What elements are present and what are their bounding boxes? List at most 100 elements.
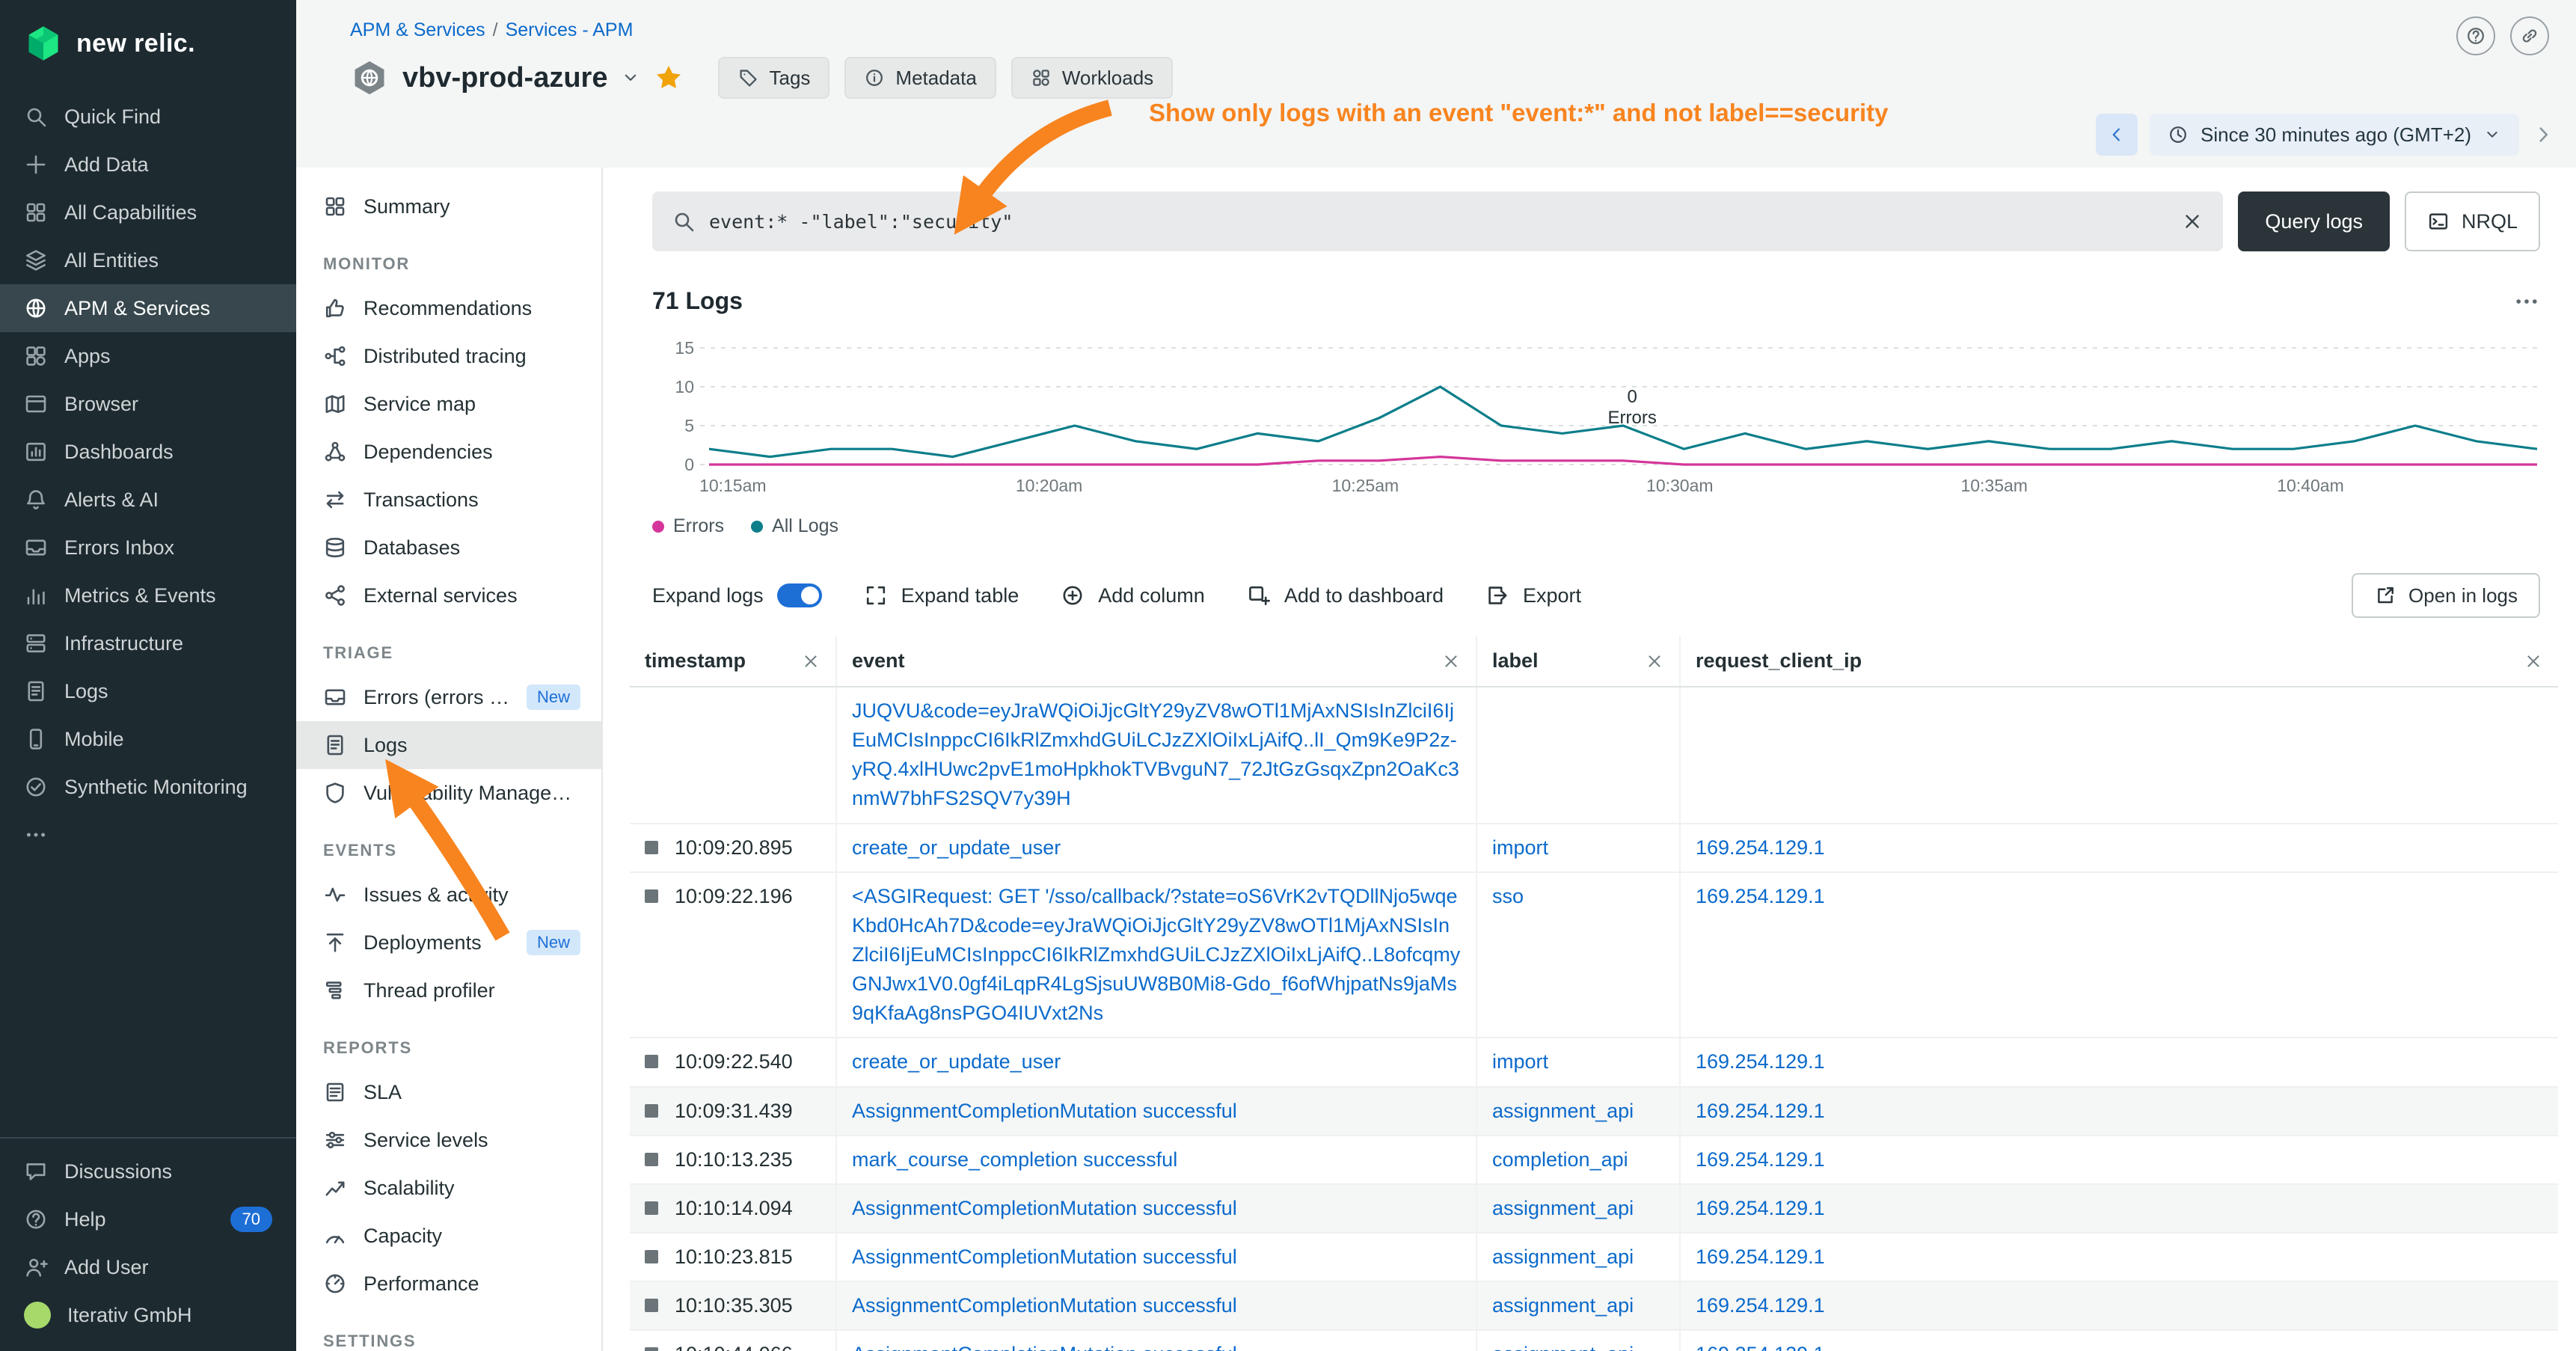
sidebar-item-errors-inbox[interactable]: Errors Inbox bbox=[0, 524, 296, 572]
row-handle-icon[interactable] bbox=[645, 889, 658, 903]
query-logs-button[interactable]: Query logs bbox=[2238, 192, 2390, 251]
subnav-item-external-services[interactable]: External services bbox=[296, 572, 601, 619]
newrelic-logo[interactable]: new relic. bbox=[0, 0, 296, 93]
time-forward-button[interactable] bbox=[2531, 123, 2555, 147]
time-back-button[interactable] bbox=[2096, 114, 2138, 156]
legend-all-logs[interactable]: All Logs bbox=[751, 515, 838, 537]
workloads-chip[interactable]: Workloads bbox=[1011, 57, 1173, 99]
log-event-link[interactable]: AssignmentCompletionMutation successful bbox=[852, 1343, 1237, 1351]
row-handle-icon[interactable] bbox=[645, 1201, 658, 1215]
log-event-link[interactable]: AssignmentCompletionMutation successful bbox=[852, 1294, 1237, 1317]
log-label-link[interactable]: completion_api bbox=[1492, 1148, 1628, 1171]
log-label-link[interactable]: assignment_api bbox=[1492, 1246, 1634, 1268]
sidebar-item-synthetic-monitoring[interactable]: Synthetic Monitoring bbox=[0, 763, 296, 811]
log-ip-link[interactable]: 169.254.129.1 bbox=[1696, 1343, 1825, 1351]
sidebar-item-discussions[interactable]: Discussions bbox=[0, 1148, 296, 1195]
sidebar-item-dots[interactable] bbox=[0, 811, 296, 859]
row-handle-icon[interactable] bbox=[645, 841, 658, 854]
subnav-item-distributed-tracing[interactable]: Distributed tracing bbox=[296, 332, 601, 380]
log-row[interactable]: 10:10:44.066AssignmentCompletionMutation… bbox=[630, 1330, 2558, 1351]
search-query[interactable]: event:* -"label":"security" bbox=[709, 211, 1013, 233]
sidebar-item-alerts-ai[interactable]: Alerts & AI bbox=[0, 476, 296, 524]
log-ip-link[interactable]: 169.254.129.1 bbox=[1696, 1100, 1825, 1122]
log-ip-link[interactable]: 169.254.129.1 bbox=[1696, 1197, 1825, 1219]
log-row[interactable]: 10:09:22.196<ASGIRequest: GET '/sso/call… bbox=[630, 872, 2558, 1038]
subnav-item-deployments[interactable]: DeploymentsNew bbox=[296, 919, 601, 966]
time-range-dropdown[interactable]: Since 30 minutes ago (GMT+2) bbox=[2150, 114, 2519, 156]
subnav-item-capacity[interactable]: Capacity bbox=[296, 1212, 601, 1260]
log-label-link[interactable]: assignment_api bbox=[1492, 1100, 1634, 1122]
breadcrumb-link-apm-services[interactable]: APM & Services bbox=[350, 19, 485, 40]
log-label-link[interactable]: import bbox=[1492, 1050, 1548, 1073]
log-row[interactable]: 10:09:22.540create_or_update_userimport1… bbox=[630, 1038, 2558, 1086]
sidebar-item-dashboards[interactable]: Dashboards bbox=[0, 428, 296, 476]
sidebar-item-all-entities[interactable]: All Entities bbox=[0, 236, 296, 284]
subnav-item-transactions[interactable]: Transactions bbox=[296, 476, 601, 524]
row-handle-icon[interactable] bbox=[645, 1055, 658, 1068]
log-label-link[interactable]: assignment_api bbox=[1492, 1197, 1634, 1219]
log-event-link[interactable]: AssignmentCompletionMutation successful bbox=[852, 1246, 1237, 1268]
subnav-item-service-levels[interactable]: Service levels bbox=[296, 1116, 601, 1164]
row-handle-icon[interactable] bbox=[645, 1347, 658, 1351]
help-circle-button[interactable] bbox=[2456, 16, 2495, 55]
chart-menu-icon[interactable] bbox=[2513, 288, 2540, 315]
subnav-item-logs[interactable]: Logs bbox=[296, 721, 601, 769]
sidebar-item-iterativ-gmbh[interactable]: Iterativ GmbH bbox=[0, 1291, 296, 1339]
log-label-link[interactable]: assignment_api bbox=[1492, 1343, 1634, 1351]
entity-switcher-chevron-icon[interactable] bbox=[621, 68, 640, 88]
log-label-link[interactable]: sso bbox=[1492, 885, 1524, 907]
add-to-dashboard-button[interactable]: Add to dashboard bbox=[1247, 583, 1444, 607]
remove-column-icon[interactable] bbox=[1645, 652, 1664, 671]
sidebar-item-add-data[interactable]: Add Data bbox=[0, 141, 296, 189]
favorite-star-icon[interactable] bbox=[654, 63, 684, 93]
subnav-item-recommendations[interactable]: Recommendations bbox=[296, 284, 601, 332]
log-row[interactable]: 10:09:31.439AssignmentCompletionMutation… bbox=[630, 1087, 2558, 1136]
log-event-link[interactable]: AssignmentCompletionMutation successful bbox=[852, 1197, 1237, 1219]
sidebar-item-browser[interactable]: Browser bbox=[0, 380, 296, 428]
expand-table-button[interactable]: Expand table bbox=[864, 583, 1019, 607]
sidebar-item-apps[interactable]: Apps bbox=[0, 332, 296, 380]
column-header-request-client-ip[interactable]: request_client_ip bbox=[1680, 636, 2558, 687]
subnav-item-summary[interactable]: Summary bbox=[296, 183, 601, 230]
sidebar-item-help[interactable]: Help70 bbox=[0, 1195, 296, 1243]
row-handle-icon[interactable] bbox=[645, 1250, 658, 1263]
subnav-item-sla[interactable]: SLA bbox=[296, 1068, 601, 1116]
log-ip-link[interactable]: 169.254.129.1 bbox=[1696, 1294, 1825, 1317]
log-ip-link[interactable]: 169.254.129.1 bbox=[1696, 1246, 1825, 1268]
subnav-item-thread-profiler[interactable]: Thread profiler bbox=[296, 966, 601, 1014]
sidebar-item-mobile[interactable]: Mobile bbox=[0, 715, 296, 763]
subnav-item-databases[interactable]: Databases bbox=[296, 524, 601, 572]
log-row[interactable]: 10:10:23.815AssignmentCompletionMutation… bbox=[630, 1233, 2558, 1281]
sidebar-item-add-user[interactable]: Add User bbox=[0, 1243, 296, 1291]
subnav-item-service-map[interactable]: Service map bbox=[296, 380, 601, 428]
row-handle-icon[interactable] bbox=[645, 1299, 658, 1312]
column-header-timestamp[interactable]: timestamp bbox=[630, 636, 836, 687]
sidebar-item-apm-services[interactable]: APM & Services bbox=[0, 284, 296, 332]
remove-column-icon[interactable] bbox=[2524, 652, 2543, 671]
row-handle-icon[interactable] bbox=[645, 1153, 658, 1166]
subnav-item-errors-errors-inb[interactable]: Errors (errors inb...New bbox=[296, 673, 601, 721]
log-row[interactable]: 10:10:14.094AssignmentCompletionMutation… bbox=[630, 1184, 2558, 1233]
breadcrumb-link-services-apm[interactable]: Services - APM bbox=[506, 19, 634, 40]
legend-errors[interactable]: Errors bbox=[652, 515, 724, 537]
log-event-link[interactable]: create_or_update_user bbox=[852, 836, 1061, 859]
remove-column-icon[interactable] bbox=[801, 652, 821, 671]
open-in-logs-button[interactable]: Open in logs bbox=[2352, 573, 2540, 618]
subnav-item-vulnerability-management[interactable]: Vulnerability Management bbox=[296, 769, 601, 817]
row-handle-icon[interactable] bbox=[645, 1104, 658, 1118]
sidebar-item-quick-find[interactable]: Quick Find bbox=[0, 93, 296, 141]
log-label-link[interactable]: import bbox=[1492, 836, 1548, 859]
permalink-button[interactable] bbox=[2510, 16, 2549, 55]
log-ip-link[interactable]: 169.254.129.1 bbox=[1696, 1148, 1825, 1171]
tags-chip[interactable]: Tags bbox=[718, 57, 829, 99]
subnav-item-performance[interactable]: Performance bbox=[296, 1260, 601, 1308]
log-event-link[interactable]: create_or_update_user bbox=[852, 1050, 1061, 1073]
log-ip-link[interactable]: 169.254.129.1 bbox=[1696, 836, 1825, 859]
log-row[interactable]: 10:09:20.895create_or_update_userimport1… bbox=[630, 824, 2558, 872]
export-button[interactable]: Export bbox=[1485, 583, 1581, 607]
subnav-item-issues-activity[interactable]: Issues & activity bbox=[296, 871, 601, 919]
expand-logs-toggle[interactable] bbox=[777, 583, 822, 607]
column-header-event[interactable]: event bbox=[836, 636, 1476, 687]
nrql-button[interactable]: NRQL bbox=[2405, 192, 2540, 251]
logs-search-bar[interactable]: event:* -"label":"security" bbox=[652, 192, 2223, 251]
